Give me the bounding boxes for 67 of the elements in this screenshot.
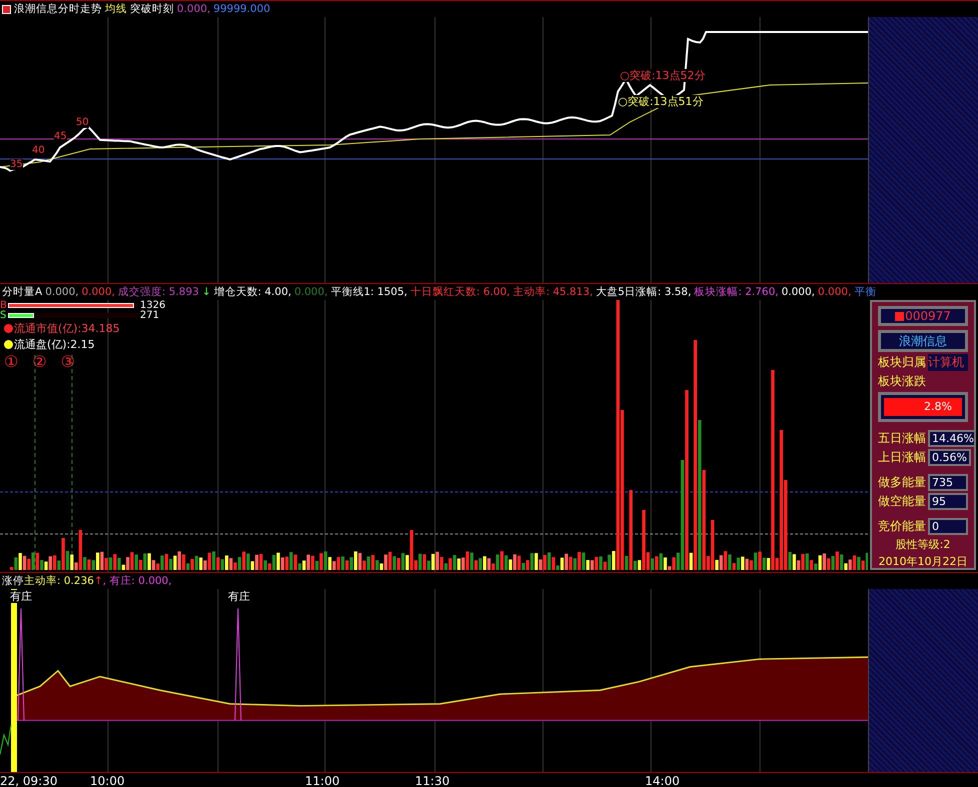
breakout-annotation: ○突破:13点52分 <box>620 69 706 82</box>
legend-text: 流通市值(亿):34.185 <box>14 320 120 336</box>
indicator-text: ↓ <box>202 286 211 298</box>
legend-text: 流通盘(亿):2.15 <box>14 336 95 352</box>
indicator-text: 0.000, <box>82 286 115 298</box>
price-marker: 45 <box>54 131 67 142</box>
indicator-text: 分时量A <box>2 285 42 299</box>
stock-name: 浪潮信息 <box>878 330 968 352</box>
breakout-annotation: ○突破:13点51分 <box>618 95 704 108</box>
marker-label: 有庄 <box>10 590 32 603</box>
indicator-text: 主动率: 45.813, <box>512 285 593 299</box>
indicator-text: 板块涨幅: 2.760, <box>694 285 778 299</box>
circled-number: ② <box>32 352 47 371</box>
indicator-text: 0.000, <box>177 3 210 15</box>
bar-value: 1326 <box>140 300 166 310</box>
bar-label: B <box>0 300 8 310</box>
time-label: 11:00 <box>305 774 340 787</box>
stat-value: 95 <box>928 493 968 510</box>
indicator-text: 均线 <box>105 2 127 16</box>
marker-label: 有庄 <box>228 590 250 603</box>
indicator-line <box>0 724 12 755</box>
indicator-text: 十日飘红天数: 6.00, <box>410 285 510 299</box>
indicator-text: 主动率: 0.236 <box>24 574 94 588</box>
indicator-text: 0.000, <box>294 286 328 298</box>
circled-number: ① <box>4 352 18 371</box>
indicator-text: 浪潮信息分时走势 <box>14 2 102 16</box>
indicator-text: 平衡线1: 1505, <box>330 285 408 299</box>
bar-value: 271 <box>140 310 160 320</box>
indicator-text: 增仓天数: 4.00, <box>214 285 292 299</box>
sector-label: 板块归属 <box>878 354 926 371</box>
indicator-text: 平衡 <box>854 285 876 299</box>
indicator-text: 成交强度: 5.893 <box>118 285 199 299</box>
sector-value: 计算机 <box>928 354 968 371</box>
time-label: 10:00 <box>90 774 125 787</box>
stat-label: 五日涨幅 <box>878 430 926 447</box>
price-marker: 50 <box>76 117 89 128</box>
date-text: 2010年10月22日 <box>878 554 968 568</box>
stat-value: 735 <box>928 474 968 491</box>
stat-label: 做多能量 <box>878 474 926 491</box>
price-marker: 35 <box>10 159 23 170</box>
stat-value: 0 <box>928 518 968 535</box>
price-marker: 40 <box>32 145 45 156</box>
square-icon <box>895 312 904 320</box>
stat-label: 上日涨幅 <box>878 449 926 466</box>
indicator-text: 涨停 <box>2 574 24 588</box>
stat-label: 竞价能量 <box>878 518 926 535</box>
time-label: 22, 09:30 <box>0 774 58 787</box>
indicator-text: 大盘5日涨幅: 3.58, <box>596 285 692 299</box>
change-value: 2.8% <box>884 398 962 416</box>
time-label: 14:00 <box>645 774 680 787</box>
indicator-text: ↑ <box>94 575 103 587</box>
indicator-text: 突破时刻 <box>130 2 174 16</box>
indicator-text: 0.000, <box>818 286 852 298</box>
bar-label: S <box>0 310 8 320</box>
time-label: 11:30 <box>415 774 450 787</box>
indicator-text: , 有庄: 0.000, <box>102 574 172 588</box>
stat-value: 14.46% <box>928 430 974 447</box>
circled-number: ③ <box>60 352 76 371</box>
grade-text: 股性等级:2 <box>894 537 952 552</box>
change-label: 板块涨跌 <box>878 373 927 390</box>
indicator-text: 0.000, <box>781 286 815 298</box>
indicator-text: 99999.000 <box>213 3 270 15</box>
window-icon[interactable] <box>2 4 11 14</box>
indicator-text: 0.000, <box>45 286 79 298</box>
stat-label: 做空能量 <box>878 493 926 510</box>
stock-code: 000977 <box>878 306 968 326</box>
stat-value: 0.56% <box>928 449 971 466</box>
